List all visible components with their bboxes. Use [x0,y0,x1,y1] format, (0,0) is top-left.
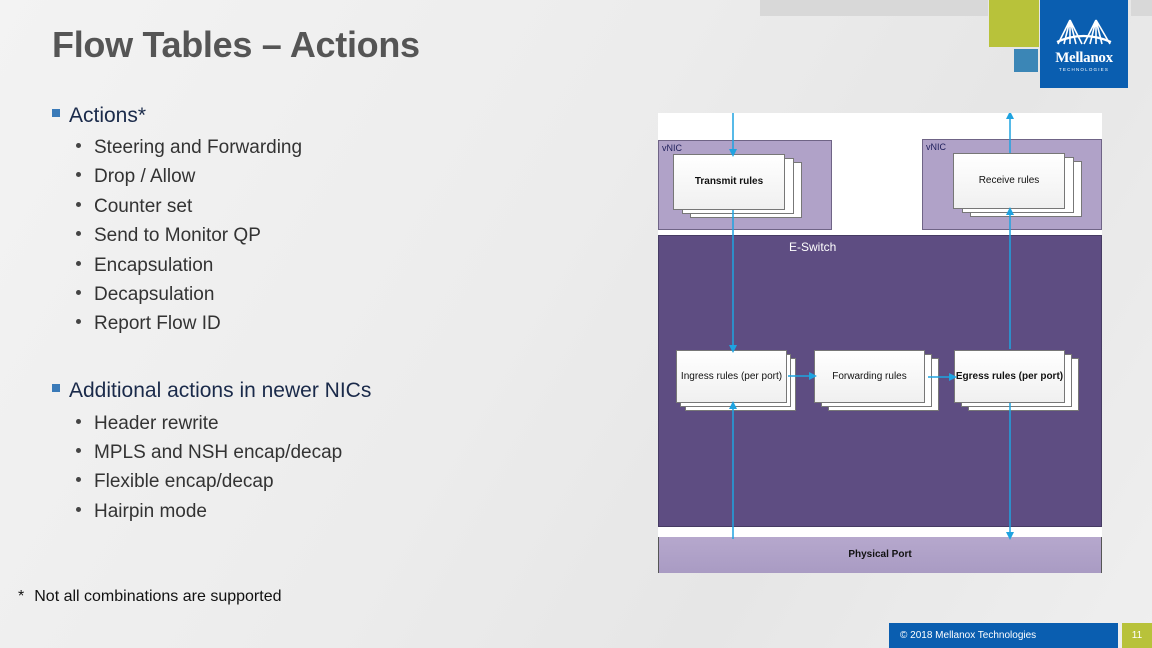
list-item: Counter set [76,196,192,218]
bridge-icon [1056,19,1112,45]
header-bar-decoration [760,0,988,16]
list-item: Report Flow ID [76,313,221,335]
bullet-icon [76,202,81,207]
list-item: Send to Monitor QP [76,225,261,247]
section-heading-text: Additional actions in newer NICs [69,379,372,402]
bullet-icon [76,448,81,453]
list-item: Drop / Allow [76,166,195,188]
bullet-icon [76,507,81,512]
eswitch-diagram: vNIC vNIC E-Switch Transmit rules Receiv… [658,113,1102,573]
section-heading-text: Actions* [69,104,147,127]
list-item-text: Send to Monitor QP [94,225,261,246]
list-item-text: MPLS and NSH encap/decap [94,442,343,463]
bullet-icon [76,261,81,266]
section-heading-actions: Actions* [52,104,146,128]
flow-arrows [729,113,1014,540]
section-heading-additional-actions: Additional actions in newer NICs [52,379,371,403]
list-item-text: Header rewrite [94,413,219,434]
logo-sub-text: TECHNOLOGIES [1058,67,1110,72]
bullet-icon [76,172,81,177]
bullet-icon [76,477,81,482]
list-item-text: Steering and Forwarding [94,137,303,158]
bullet-icon [76,419,81,424]
bullet-icon [76,143,81,148]
bullet-icon [76,231,81,236]
list-item-text: Flexible encap/decap [94,471,274,492]
logo-brand-text: Mellanox [1055,50,1113,66]
list-item: Steering and Forwarding [76,137,302,159]
header-bar-decoration-right [1131,0,1152,16]
list-item: MPLS and NSH encap/decap [76,442,342,464]
list-item-text: Encapsulation [94,255,214,276]
list-item: Decapsulation [76,284,214,306]
list-item: Encapsulation [76,255,213,277]
green-square-decoration [989,0,1039,47]
list-item-text: Counter set [94,196,193,217]
footnote: * Not all combinations are supported [18,588,281,606]
square-bullet-icon [52,384,60,392]
teal-square-decoration [1014,49,1038,72]
list-item: Hairpin mode [76,501,207,523]
footer-copyright: © 2018 Mellanox Technologies [889,623,1118,648]
mellanox-logo: Mellanox TECHNOLOGIES [1040,0,1128,88]
bullet-icon [76,319,81,324]
footnote-text: Not all combinations are supported [34,588,282,605]
square-bullet-icon [52,109,60,117]
page-number: 11 [1122,623,1152,648]
bullet-icon [76,290,81,295]
slide-title: Flow Tables – Actions [52,24,420,65]
list-item-text: Report Flow ID [94,313,221,334]
list-item: Header rewrite [76,413,219,435]
list-item-text: Decapsulation [94,284,215,305]
list-item-text: Hairpin mode [94,501,207,522]
list-item: Flexible encap/decap [76,471,274,493]
list-item-text: Drop / Allow [94,166,196,187]
footnote-marker: * [18,588,25,605]
